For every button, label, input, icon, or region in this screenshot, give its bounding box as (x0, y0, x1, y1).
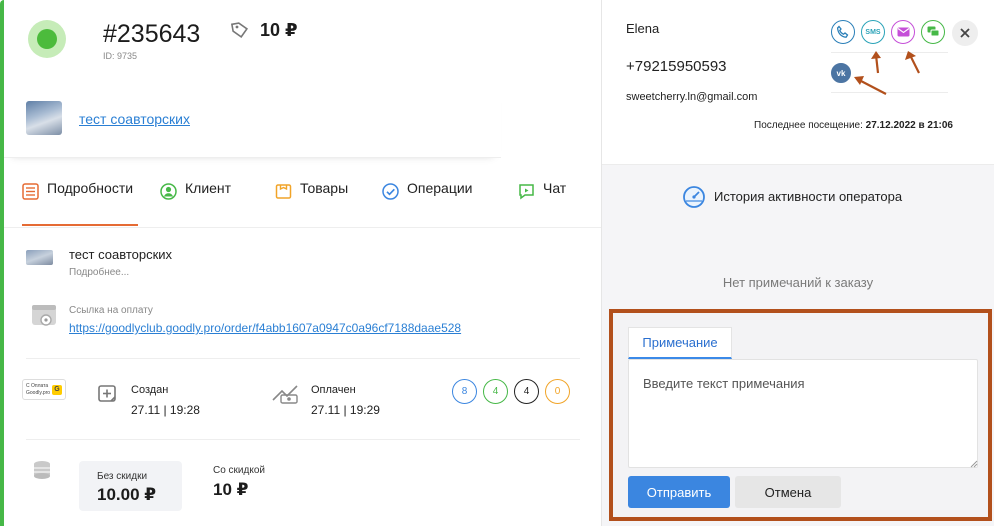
note-form: Примечание Отправить Отмена (609, 309, 992, 521)
tab-client[interactable]: Клиент (160, 180, 231, 226)
speedometer-icon (682, 185, 708, 214)
created-value: 27.11 | 19:28 (131, 403, 200, 417)
client-email[interactable]: sweetcherry.ln@gmail.com (626, 91, 757, 103)
no-notes-message: Нет примечаний к заказу (722, 275, 874, 290)
no-discount-value: 10.00 ₽ (97, 485, 157, 504)
product-row: тест соавторских (4, 84, 501, 158)
paid-label: Оплачен (311, 384, 356, 396)
details-thumbnail (26, 250, 53, 265)
badge-mark: G (52, 385, 62, 395)
paid-value: 27.11 | 19:29 (311, 403, 380, 417)
activity-history-title[interactable]: История активности оператора (714, 189, 902, 204)
payment-provider-badge: С Оплата Goodly.pro G (22, 379, 66, 400)
resize-grip-icon[interactable] (970, 460, 978, 468)
order-price: 10 ₽ (260, 20, 298, 40)
tab-details-label: Подробности (47, 180, 134, 196)
divider (26, 439, 580, 440)
cancel-button[interactable]: Отмена (735, 476, 841, 508)
tab-details[interactable]: Подробности (22, 180, 138, 226)
annotation-arrow-icon (854, 76, 887, 95)
payment-link-label: Ссылка на оплату (69, 305, 153, 316)
chat-icon[interactable] (921, 20, 945, 44)
tab-goods-label: Товары (300, 180, 349, 196)
discount-label: Со скидкой (213, 465, 265, 476)
created-label: Создан (131, 384, 169, 396)
paid-icon (270, 381, 302, 410)
product-thumbnail[interactable] (26, 101, 62, 135)
box-icon (275, 184, 292, 199)
no-discount-label: Без скидки (97, 471, 148, 482)
order-id: ID: 9735 (103, 51, 138, 61)
order-tabs: Подробности Клиент Товары Операции Чат (4, 180, 601, 228)
discount-value: 10 ₽ (213, 480, 249, 499)
order-panel: #235643 ID: 9735 10 ₽ тест соавторских П… (4, 0, 601, 526)
wallet-icon (31, 302, 59, 333)
chat-icon (519, 184, 534, 200)
note-textarea[interactable] (628, 359, 978, 468)
sms-icon[interactable]: SMS (861, 20, 885, 44)
order-number: #235643 (103, 20, 201, 48)
tag-icon (230, 20, 250, 45)
tab-chat-label: Чат (543, 180, 567, 196)
client-phone[interactable]: +79215950593 (626, 58, 727, 75)
order-page: #235643 ID: 9735 10 ₽ тест соавторских П… (0, 0, 994, 526)
counter-blue: 8 (452, 379, 477, 404)
tab-operations-label: Операции (407, 180, 473, 196)
list-icon (22, 183, 39, 200)
coins-icon (31, 460, 57, 489)
payment-link[interactable]: https://goodlyclub.goodly.pro/order/f4ab… (69, 321, 461, 335)
divider (831, 92, 948, 93)
divider (26, 358, 580, 359)
product-link[interactable]: тест соавторских (79, 111, 190, 127)
client-card: Elena +79215950593 sweetcherry.ln@gmail.… (602, 0, 994, 165)
send-button[interactable]: Отправить (628, 476, 730, 508)
counter-orange: 0 (545, 379, 570, 404)
phone-icon[interactable] (831, 20, 855, 44)
close-icon (960, 28, 970, 38)
counter-green: 4 (483, 379, 508, 404)
divider (831, 52, 948, 53)
created-icon (97, 383, 119, 410)
check-icon (382, 183, 399, 200)
vk-icon[interactable]: vk (831, 63, 851, 83)
tab-operations[interactable]: Операции (382, 180, 473, 226)
close-button[interactable] (952, 20, 978, 46)
user-icon (160, 183, 177, 200)
last-visit: Последнее посещение: 27.12.2022 в 21:06 (754, 120, 953, 131)
details-title: тест соавторских (69, 247, 173, 262)
counter-black: 4 (514, 379, 539, 404)
last-visit-label: Последнее посещение: (754, 120, 863, 131)
counters: 8 4 4 0 (452, 379, 570, 404)
tab-chat[interactable]: Чат (518, 180, 566, 226)
mail-icon[interactable] (891, 20, 915, 44)
annotation-arrow-icon (871, 51, 881, 74)
client-panel: Elena +79215950593 sweetcherry.ln@gmail.… (602, 0, 994, 526)
tab-note[interactable]: Примечание (628, 327, 732, 359)
details-more-link[interactable]: Подробнее... (69, 267, 129, 278)
tab-goods[interactable]: Товары (275, 180, 348, 226)
annotation-arrow-icon (905, 51, 920, 74)
price-no-discount: Без скидки 10.00 ₽ (79, 461, 182, 511)
status-indicator (28, 20, 66, 58)
client-name: Elena (626, 21, 660, 36)
last-visit-value: 27.12.2022 в 21:06 (865, 120, 953, 131)
tab-client-label: Клиент (185, 180, 232, 196)
